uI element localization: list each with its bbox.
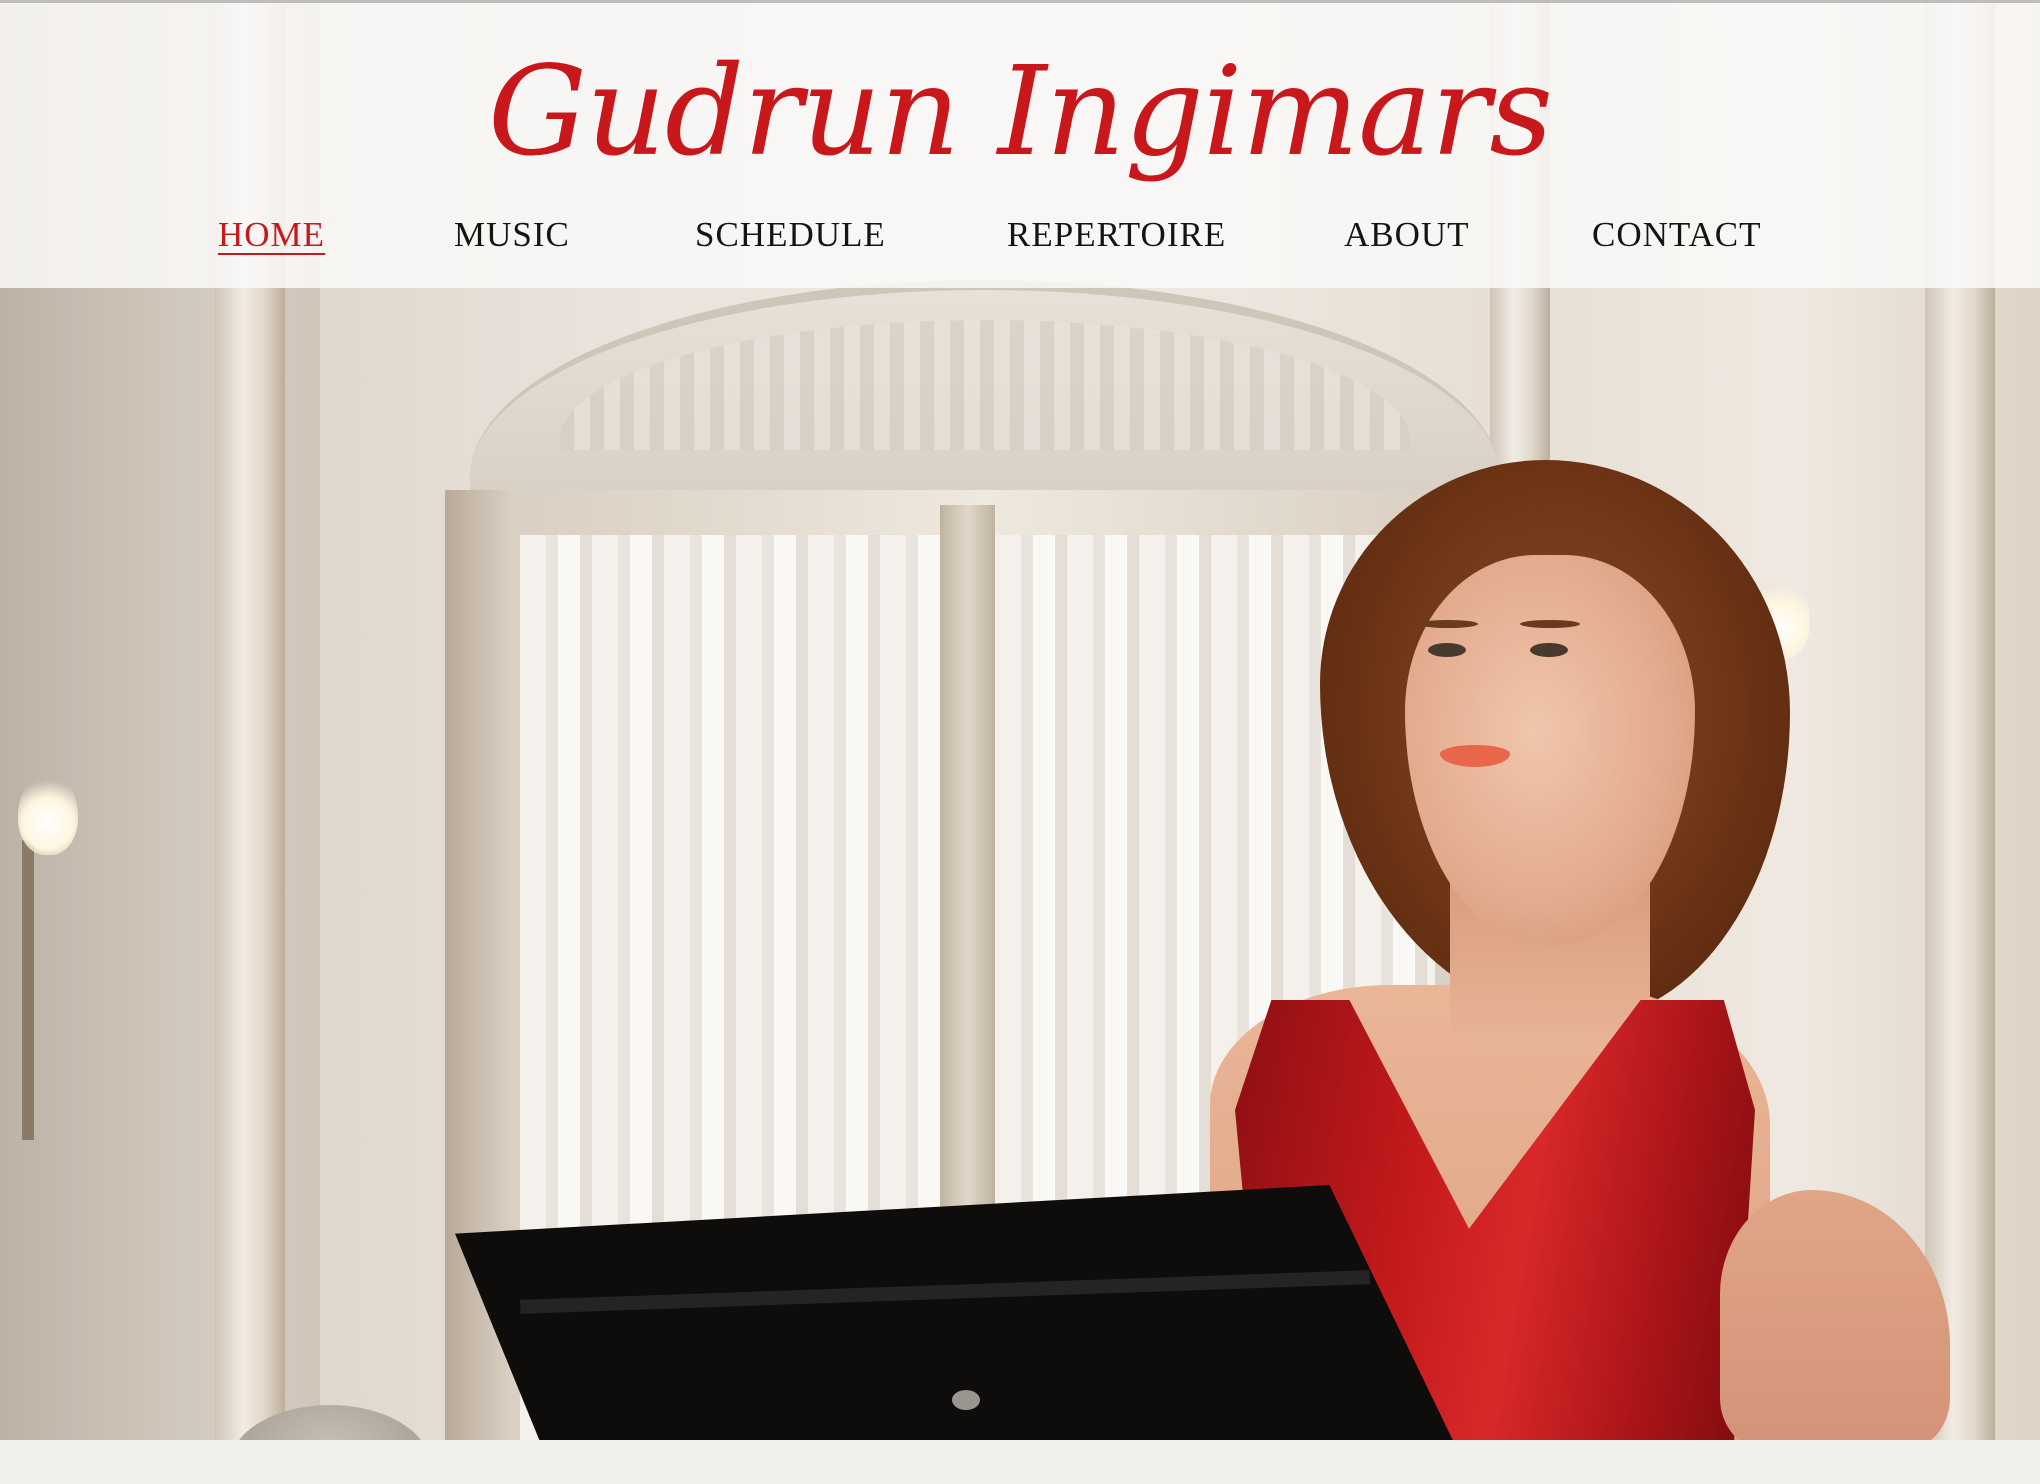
nav-item-schedule[interactable]: SCHEDULE xyxy=(695,215,886,255)
music-stand-knob xyxy=(952,1390,980,1410)
nav-item-repertoire[interactable]: REPERTOIRE xyxy=(1007,215,1226,255)
sconce-left-light xyxy=(18,775,78,855)
nav-item-home[interactable]: HOME xyxy=(218,215,325,255)
nav-item-about[interactable]: ABOUT xyxy=(1344,215,1470,255)
site-logo-title[interactable]: Gudrun Ingimars xyxy=(0,37,2040,187)
singer-brow xyxy=(1418,620,1478,628)
sconce-left-arm xyxy=(22,840,34,1140)
site-header: Gudrun Ingimars HOME MUSIC SCHEDULE REPE… xyxy=(0,0,2040,288)
nav-item-music[interactable]: MUSIC xyxy=(454,215,570,255)
page: Gudrun Ingimars HOME MUSIC SCHEDULE REPE… xyxy=(0,0,2040,1484)
singer-eye xyxy=(1428,643,1466,657)
main-nav: HOME MUSIC SCHEDULE REPERTOIRE ABOUT CON… xyxy=(0,215,2040,265)
singer-eye xyxy=(1530,643,1568,657)
nav-item-contact[interactable]: CONTACT xyxy=(1592,215,1761,255)
page-bottom-strip xyxy=(0,1440,2040,1484)
singer-brow xyxy=(1520,620,1580,628)
